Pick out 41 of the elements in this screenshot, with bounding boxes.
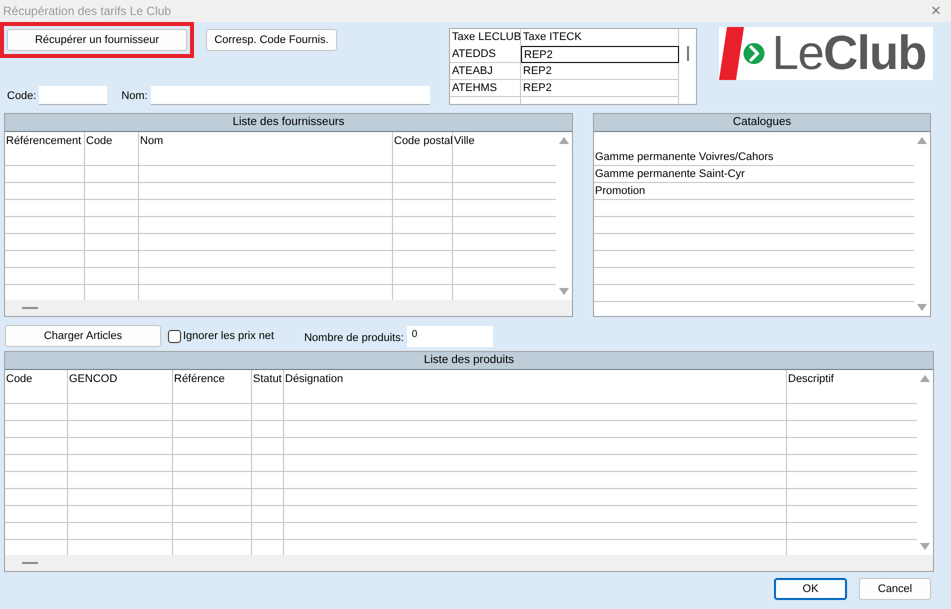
- panel-title: Liste des fournisseurs: [5, 114, 572, 132]
- scroll-up-icon[interactable]: [559, 137, 569, 144]
- close-button[interactable]: ×: [921, 0, 951, 22]
- panel-title: Catalogues: [594, 114, 930, 132]
- column-header: Taxe ITECK: [521, 29, 679, 46]
- scrollbar-thumb[interactable]: [686, 46, 688, 61]
- dialog-button[interactable]: Cancel: [859, 578, 931, 600]
- column-header: Taxe LECLUB: [450, 29, 521, 46]
- product-count-field: 0: [406, 326, 493, 346]
- checkbox[interactable]: [168, 330, 181, 342]
- field-label: Code:: [7, 90, 36, 102]
- logo-text: LeClub: [772, 28, 926, 78]
- list-item[interactable]: Promotion: [594, 183, 914, 200]
- field-label: Nom:: [121, 90, 148, 102]
- list-item[interactable]: Gamme permanente Voivres/Cahors: [594, 149, 914, 166]
- scrollbar-thumb[interactable]: [22, 562, 38, 564]
- table-cell[interactable]: ATEHMS: [450, 80, 521, 97]
- column-header[interactable]: Descriptif: [787, 370, 917, 387]
- supplier-code-button[interactable]: Corresp. Code Fournis.: [206, 29, 337, 51]
- column-header[interactable]: Ville: [453, 132, 556, 149]
- dialog-button[interactable]: OK: [774, 578, 847, 600]
- code-field[interactable]: [39, 86, 108, 105]
- load-articles-button[interactable]: Charger Articles: [5, 325, 161, 347]
- panel-title: Liste des produits: [5, 352, 933, 370]
- scrollbar-thumb[interactable]: [22, 307, 38, 309]
- scroll-down-icon[interactable]: [559, 288, 569, 295]
- scroll-up-icon[interactable]: [917, 137, 927, 144]
- field-label: Nombre de produits:: [304, 332, 404, 344]
- table-cell[interactable]: REP2: [521, 63, 679, 80]
- scroll-down-icon[interactable]: [917, 304, 927, 311]
- window-title: Récupération des tarifs Le Club: [3, 4, 172, 18]
- table-cell[interactable]: REP2: [521, 46, 679, 63]
- scroll-up-icon[interactable]: [920, 375, 930, 382]
- table-cell[interactable]: ATEDDS: [450, 46, 521, 63]
- table-cell[interactable]: ATEABJ: [450, 63, 521, 80]
- checkbox-label[interactable]: Ignorer les prix net: [183, 330, 274, 342]
- scroll-down-icon[interactable]: [920, 543, 930, 550]
- table-cell[interactable]: REP2: [521, 80, 679, 97]
- retrieve-supplier-button[interactable]: Récupérer un fournisseur: [7, 29, 187, 51]
- list-item[interactable]: Gamme permanente Saint-Cyr: [594, 166, 914, 183]
- name-field[interactable]: [150, 86, 430, 105]
